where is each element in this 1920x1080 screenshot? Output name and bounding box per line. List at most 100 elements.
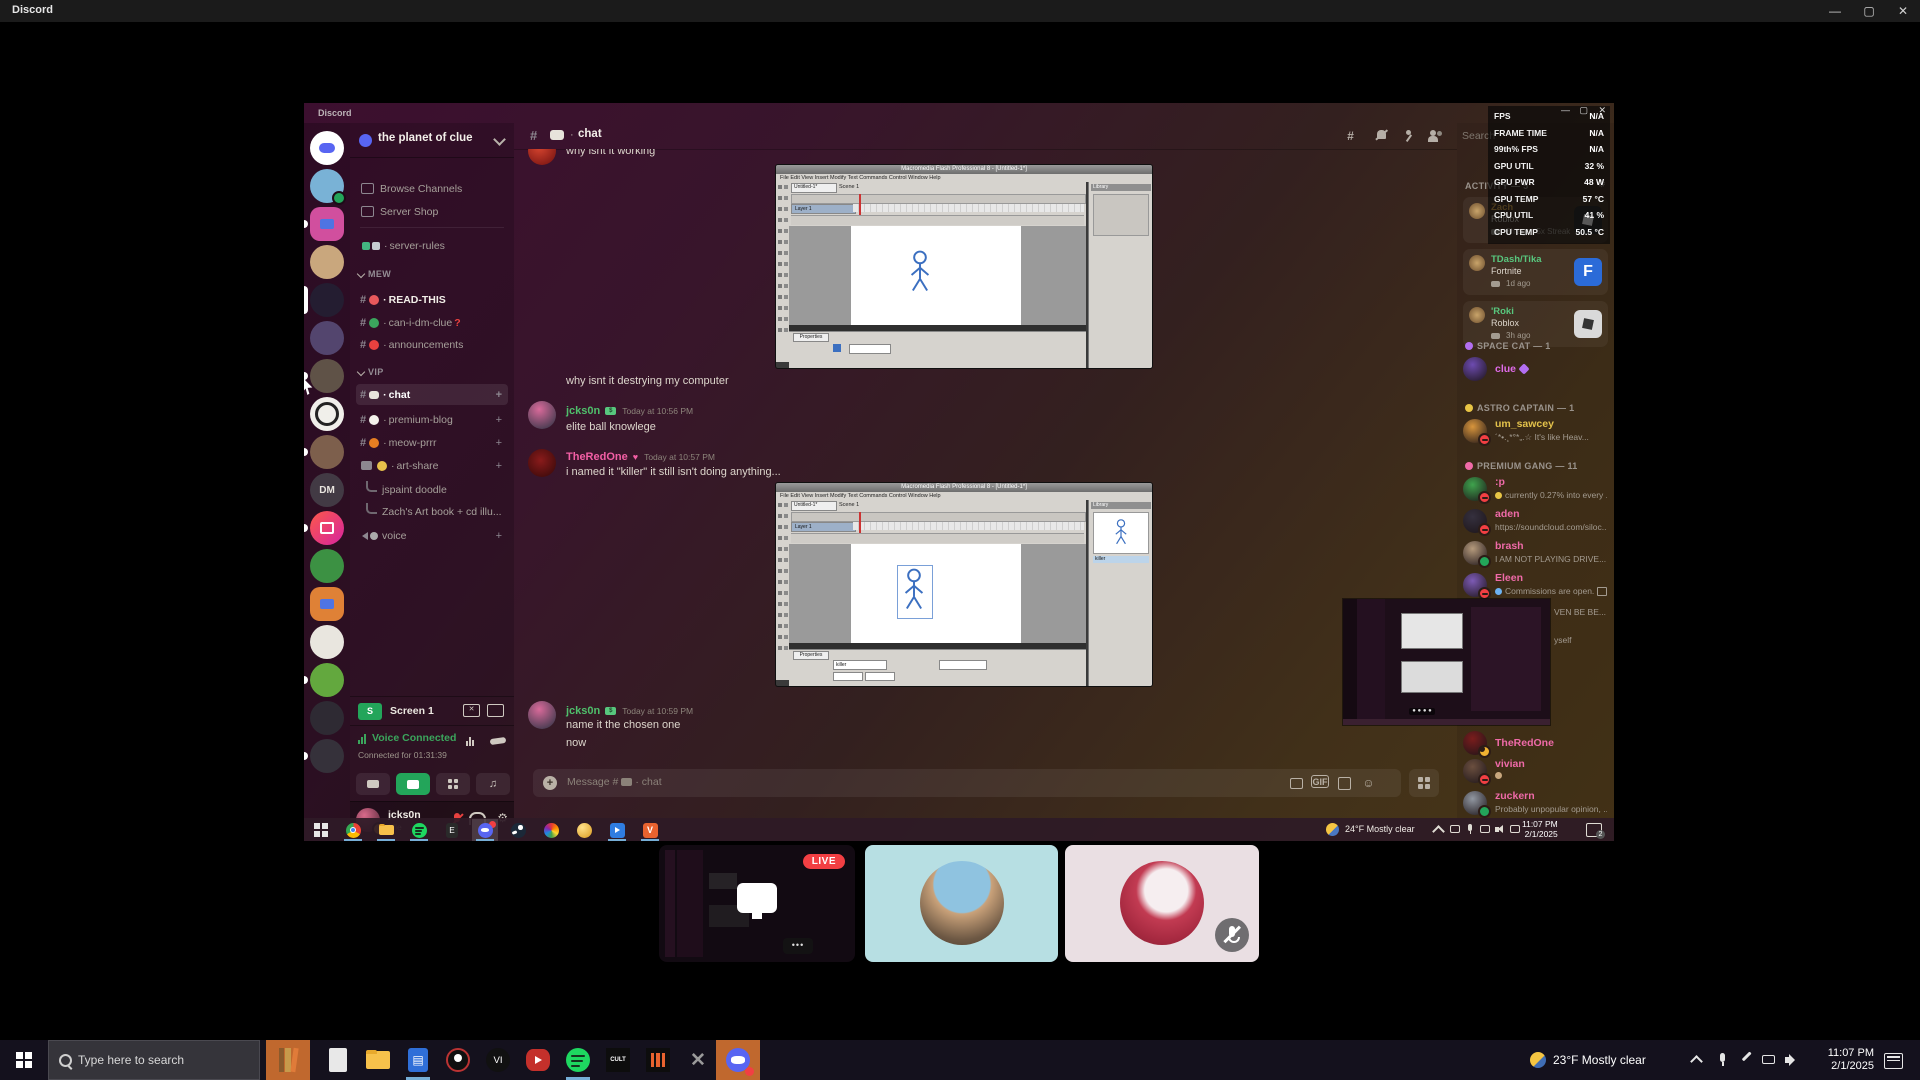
screen-thumbnail[interactable]: S bbox=[358, 703, 382, 720]
server-orange-folder[interactable] bbox=[310, 587, 344, 621]
pen-icon[interactable] bbox=[1739, 1051, 1753, 1067]
taskbar-app-discord[interactable] bbox=[472, 819, 498, 841]
channel-meow-prrr[interactable]: # · meow-prrr + bbox=[356, 432, 508, 453]
member-row[interactable]: um_sawcey ´*•.¸*°*„.☆ It's like Heav... bbox=[1463, 417, 1611, 447]
maximize-icon[interactable]: ▢ bbox=[1852, 0, 1886, 22]
mic-icon[interactable] bbox=[1465, 824, 1476, 835]
start-button[interactable] bbox=[312, 821, 329, 838]
stream-pip-preview[interactable]: ● ● ● ● bbox=[1343, 599, 1550, 725]
taskbar-app-epic-games[interactable]: E bbox=[439, 819, 465, 841]
volume-icon[interactable] bbox=[1785, 1053, 1799, 1067]
mic-icon[interactable] bbox=[1716, 1053, 1730, 1067]
channel-art-share[interactable]: · art-share + bbox=[356, 455, 508, 476]
member-row[interactable]: vivian bbox=[1463, 757, 1611, 787]
soundboard-button[interactable]: ♫ bbox=[476, 773, 510, 795]
apps-button[interactable] bbox=[1409, 769, 1439, 797]
change-windows-icon[interactable] bbox=[487, 704, 504, 717]
pin-icon[interactable] bbox=[1401, 129, 1417, 143]
obs-tray-icon[interactable] bbox=[1510, 824, 1521, 835]
member-row[interactable]: TheRedOne bbox=[1463, 729, 1611, 759]
server-dog[interactable] bbox=[310, 359, 344, 393]
tray-chevron-icon[interactable] bbox=[1690, 1055, 1703, 1068]
display-icon[interactable] bbox=[1480, 824, 1491, 835]
taskbar-app-youtube[interactable] bbox=[516, 1040, 560, 1080]
thread-jspaint-doodle[interactable]: jspaint doodle bbox=[356, 479, 508, 500]
action-center-icon[interactable] bbox=[1884, 1053, 1903, 1069]
screenshare-button[interactable] bbox=[396, 773, 430, 795]
member-row[interactable]: zuckern Probably unpopular opinion, ... bbox=[1463, 789, 1611, 819]
category-mew[interactable]: MEW bbox=[356, 269, 391, 279]
screen-share-view[interactable]: Discord — ▢ ✕ DM the planet of clue Brow… bbox=[304, 103, 1614, 841]
inner-clock[interactable]: 11:07 PM 2/1/2025 bbox=[1522, 819, 1558, 839]
minimize-icon[interactable]: — bbox=[1818, 0, 1852, 22]
members-icon[interactable] bbox=[1428, 129, 1444, 143]
taskbar-weather[interactable]: 23°F Mostly clear bbox=[1553, 1053, 1646, 1067]
camera-button[interactable] bbox=[356, 773, 390, 795]
network-icon[interactable] bbox=[1762, 1053, 1776, 1067]
member-row[interactable]: brash I AM NOT PLAYING DRIVE... bbox=[1463, 539, 1611, 569]
channel-chat[interactable]: # · chat + bbox=[356, 384, 508, 405]
server-cow-photo[interactable] bbox=[310, 663, 344, 697]
participant-tile-stream[interactable]: LIVE ••• bbox=[659, 845, 855, 962]
channel-browse-channels[interactable]: Browse Channels bbox=[356, 178, 508, 199]
member-row[interactable]: clue bbox=[1463, 355, 1611, 385]
gift-icon[interactable] bbox=[1288, 775, 1305, 791]
message-input[interactable]: + Message # · chat GIF ☺ bbox=[533, 769, 1401, 797]
invite-icon[interactable]: + bbox=[496, 530, 502, 542]
attach-plus-icon[interactable]: + bbox=[543, 776, 557, 790]
taskbar-app-file-explorer[interactable] bbox=[373, 819, 399, 841]
message-avatar[interactable] bbox=[528, 701, 556, 729]
server-purple-cat[interactable] bbox=[310, 283, 344, 317]
disconnect-icon[interactable] bbox=[489, 736, 507, 746]
channel-server-shop[interactable]: Server Shop bbox=[356, 201, 508, 222]
inner-weather[interactable]: 24°F Mostly clear bbox=[1345, 824, 1415, 834]
taskbar-app-calculator[interactable]: ▤ bbox=[396, 1040, 440, 1080]
attachment-flash-screenshot-1[interactable]: Macromedia Flash Professional 8 - [Untit… bbox=[776, 165, 1152, 368]
activities-button[interactable] bbox=[436, 773, 470, 795]
taskbar-app-obs-studio[interactable] bbox=[436, 1040, 480, 1080]
start-button[interactable] bbox=[8, 1044, 40, 1076]
notifications-muted-icon[interactable] bbox=[1374, 129, 1390, 143]
sticker-icon[interactable] bbox=[1336, 775, 1353, 791]
emoji-icon[interactable]: ☺ bbox=[1360, 775, 1377, 791]
taskbar-app-voicemod[interactable]: V bbox=[637, 819, 663, 841]
attachment-flash-screenshot-2[interactable]: Macromedia Flash Professional 8 - [Untit… bbox=[776, 483, 1152, 686]
taskbar-app-discord[interactable] bbox=[716, 1040, 760, 1080]
taskbar-app-cult-of-the-lamb[interactable]: CULT bbox=[596, 1040, 640, 1080]
taskbar-app-xplane[interactable]: ✕ bbox=[676, 1040, 720, 1080]
discord-home-icon[interactable] bbox=[310, 131, 344, 165]
gif-icon[interactable]: GIF bbox=[1311, 775, 1329, 788]
participant-tile-user2[interactable] bbox=[865, 845, 1058, 962]
participant-tile-user3[interactable] bbox=[1065, 845, 1259, 962]
message-avatar[interactable] bbox=[528, 401, 556, 429]
close-icon[interactable]: ✕ bbox=[1886, 0, 1920, 22]
taskbar-app-gold-app[interactable] bbox=[571, 819, 597, 841]
invite-icon[interactable]: + bbox=[496, 437, 502, 449]
message-avatar[interactable] bbox=[528, 149, 556, 165]
thread-zach-s-art-book-cd-illu-[interactable]: Zach's Art book + cd illu... bbox=[356, 501, 508, 522]
member-row[interactable]: :p currently 0.27% into every ... bbox=[1463, 475, 1611, 505]
taskbar-app-bo6[interactable]: VI bbox=[476, 1040, 520, 1080]
message-author[interactable]: TheRedOne bbox=[566, 451, 628, 463]
invite-icon[interactable]: + bbox=[496, 389, 502, 401]
channel-read-this[interactable]: # · READ-THIS bbox=[356, 289, 508, 310]
more-options-button[interactable]: ••• bbox=[783, 938, 813, 954]
message-author[interactable]: jcks0n bbox=[566, 705, 600, 717]
server-compass[interactable] bbox=[310, 739, 344, 773]
taskbar-app-chrome[interactable] bbox=[340, 819, 366, 841]
threads-icon[interactable]: # bbox=[1347, 129, 1363, 143]
invite-icon[interactable]: + bbox=[496, 460, 502, 472]
member-row[interactable]: aden https://soundcloud.com/siloc... bbox=[1463, 507, 1611, 537]
server-dark-avatar[interactable] bbox=[310, 701, 344, 735]
server-portrait[interactable] bbox=[310, 435, 344, 469]
update-icon[interactable] bbox=[1450, 824, 1461, 835]
message-avatar[interactable] bbox=[528, 449, 556, 477]
invite-icon[interactable]: + bbox=[496, 414, 502, 426]
server-cd[interactable] bbox=[310, 625, 344, 659]
activity-card[interactable]: TDash/Tika Fortnite 1d ago F bbox=[1463, 249, 1608, 295]
category-vip[interactable]: VIP bbox=[356, 367, 384, 377]
message-author[interactable]: jcks0n bbox=[566, 405, 600, 417]
taskbar-app-file-explorer[interactable] bbox=[356, 1040, 400, 1080]
channel-can-i-dm-clue[interactable]: # · can-i-dm-clue? bbox=[356, 312, 508, 333]
server-lock[interactable] bbox=[310, 511, 344, 545]
